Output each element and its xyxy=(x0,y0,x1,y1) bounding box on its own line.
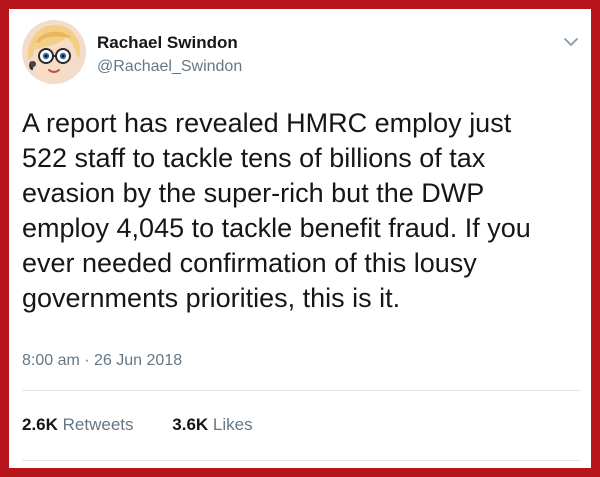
tweet-text-line: evasion by the super-rich but the DWP xyxy=(22,178,485,208)
avatar[interactable] xyxy=(22,20,86,84)
tweet-text-line: ever needed confirmation of this lousy xyxy=(22,248,477,278)
retweets-label: Retweets xyxy=(62,415,134,434)
divider xyxy=(22,390,581,391)
user-handle[interactable]: @Rachael_Swindon xyxy=(97,58,242,76)
tweet-text: A report has revealed HMRC employ just 5… xyxy=(22,106,582,316)
likes-label: Likes xyxy=(212,415,253,434)
tweet-timestamp[interactable]: 8:00 am · 26 Jun 2018 xyxy=(22,352,182,370)
tweet-text-line: 522 staff to tackle tens of billions of … xyxy=(22,143,486,173)
tweet-text-line: governments priorities, this is it. xyxy=(22,283,401,313)
retweets-stat[interactable]: 2.6K Retweets xyxy=(22,415,134,435)
tweet-text-line: A report has revealed HMRC employ just xyxy=(22,108,512,138)
tweet-stats: 2.6K Retweets 3.6K Likes xyxy=(22,415,287,435)
cartoon-avatar-icon xyxy=(22,20,86,84)
display-name[interactable]: Rachael Swindon xyxy=(97,33,238,53)
tweet-text-line: employ 4,045 to tackle benefit fraud. If… xyxy=(22,213,531,243)
likes-count: 3.6K xyxy=(172,415,209,434)
tweet-card: Rachael Swindon @Rachael_Swindon A repor… xyxy=(9,9,591,468)
divider xyxy=(22,460,581,461)
likes-stat[interactable]: 3.6K Likes xyxy=(172,415,252,435)
chevron-down-icon[interactable] xyxy=(561,32,581,52)
retweets-count: 2.6K xyxy=(22,415,58,434)
